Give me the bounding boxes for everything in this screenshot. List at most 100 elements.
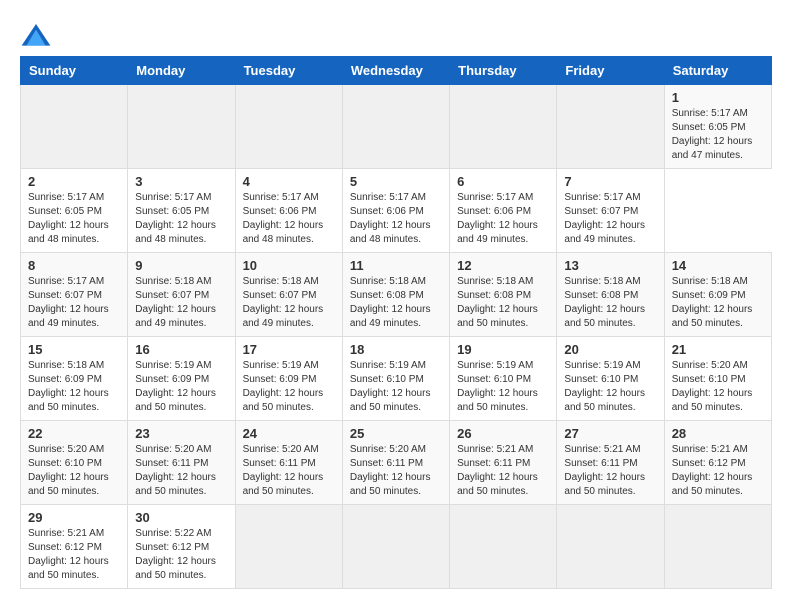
day-number: 23 [135,426,227,441]
day-of-week-wednesday: Wednesday [342,57,449,85]
calendar-day-30: 30 Sunrise: 5:22 AM Sunset: 6:12 PM Dayli… [128,505,235,589]
logo [20,20,56,52]
day-detail: Sunrise: 5:17 AM Sunset: 6:07 PM Dayligh… [28,275,120,331]
day-detail: Sunrise: 5:17 AM Sunset: 6:06 PM Dayligh… [457,191,549,247]
calendar-day-13: 13 Sunrise: 5:18 AM Sunset: 6:08 PM Dayli… [557,253,664,337]
empty-cell [342,505,449,589]
day-of-week-thursday: Thursday [450,57,557,85]
day-detail: Sunrise: 5:20 AM Sunset: 6:11 PM Dayligh… [135,443,227,499]
day-number: 7 [564,174,656,189]
days-of-week-row: SundayMondayTuesdayWednesdayThursdayFrid… [21,57,772,85]
day-detail: Sunrise: 5:20 AM Sunset: 6:10 PM Dayligh… [28,443,120,499]
day-of-week-saturday: Saturday [664,57,771,85]
day-detail: Sunrise: 5:19 AM Sunset: 6:10 PM Dayligh… [564,359,656,415]
day-number: 4 [243,174,335,189]
day-detail: Sunrise: 5:19 AM Sunset: 6:10 PM Dayligh… [350,359,442,415]
day-number: 6 [457,174,549,189]
calendar-day-9: 9 Sunrise: 5:18 AM Sunset: 6:07 PM Daylig… [128,253,235,337]
day-detail: Sunrise: 5:18 AM Sunset: 6:07 PM Dayligh… [243,275,335,331]
day-detail: Sunrise: 5:20 AM Sunset: 6:11 PM Dayligh… [350,443,442,499]
day-number: 24 [243,426,335,441]
empty-cell [450,85,557,169]
calendar-day-11: 11 Sunrise: 5:18 AM Sunset: 6:08 PM Dayli… [342,253,449,337]
day-number: 14 [672,258,764,273]
calendar-week-0: 1Sunrise: 5:17 AM Sunset: 6:05 PM Daylig… [21,85,772,169]
empty-cell [21,85,128,169]
day-number: 5 [350,174,442,189]
calendar-day-2: 2Sunrise: 5:17 AM Sunset: 6:05 PM Daylig… [21,169,128,253]
day-detail: Sunrise: 5:17 AM Sunset: 6:06 PM Dayligh… [243,191,335,247]
day-detail: Sunrise: 5:22 AM Sunset: 6:12 PM Dayligh… [135,527,227,583]
calendar-day-27: 27 Sunrise: 5:21 AM Sunset: 6:11 PM Dayli… [557,421,664,505]
calendar-day-8: 8 Sunrise: 5:17 AM Sunset: 6:07 PM Daylig… [21,253,128,337]
day-detail: Sunrise: 5:20 AM Sunset: 6:11 PM Dayligh… [243,443,335,499]
day-number: 18 [350,342,442,357]
day-number: 9 [135,258,227,273]
calendar-day-4: 4 Sunrise: 5:17 AM Sunset: 6:06 PM Daylig… [235,169,342,253]
calendar-day-12: 12Sunrise: 5:18 AM Sunset: 6:08 PM Dayli… [450,253,557,337]
day-number: 26 [457,426,549,441]
day-detail: Sunrise: 5:18 AM Sunset: 6:09 PM Dayligh… [28,359,120,415]
day-detail: Sunrise: 5:18 AM Sunset: 6:07 PM Dayligh… [135,275,227,331]
empty-cell [235,85,342,169]
calendar-day-19: 19Sunrise: 5:19 AM Sunset: 6:10 PM Dayli… [450,337,557,421]
calendar-week-5: 29 Sunrise: 5:21 AM Sunset: 6:12 PM Dayli… [21,505,772,589]
day-detail: Sunrise: 5:18 AM Sunset: 6:09 PM Dayligh… [672,275,764,331]
empty-cell [557,505,664,589]
day-detail: Sunrise: 5:18 AM Sunset: 6:08 PM Dayligh… [350,275,442,331]
day-number: 8 [28,258,120,273]
calendar-day-20: 20 Sunrise: 5:19 AM Sunset: 6:10 PM Dayli… [557,337,664,421]
day-number: 17 [243,342,335,357]
day-detail: Sunrise: 5:20 AM Sunset: 6:10 PM Dayligh… [672,359,764,415]
day-number: 29 [28,510,120,525]
day-detail: Sunrise: 5:19 AM Sunset: 6:09 PM Dayligh… [243,359,335,415]
day-detail: Sunrise: 5:21 AM Sunset: 6:12 PM Dayligh… [672,443,764,499]
calendar-day-6: 6 Sunrise: 5:17 AM Sunset: 6:06 PM Daylig… [450,169,557,253]
day-number: 22 [28,426,120,441]
calendar-day-26: 26Sunrise: 5:21 AM Sunset: 6:11 PM Dayli… [450,421,557,505]
day-number: 3 [135,174,227,189]
day-detail: Sunrise: 5:21 AM Sunset: 6:11 PM Dayligh… [564,443,656,499]
calendar-body: 1Sunrise: 5:17 AM Sunset: 6:05 PM Daylig… [21,85,772,589]
day-detail: Sunrise: 5:21 AM Sunset: 6:12 PM Dayligh… [28,527,120,583]
day-detail: Sunrise: 5:17 AM Sunset: 6:05 PM Dayligh… [135,191,227,247]
logo-icon [20,20,52,52]
day-detail: Sunrise: 5:18 AM Sunset: 6:08 PM Dayligh… [457,275,549,331]
day-detail: Sunrise: 5:19 AM Sunset: 6:09 PM Dayligh… [135,359,227,415]
day-number: 21 [672,342,764,357]
day-detail: Sunrise: 5:18 AM Sunset: 6:08 PM Dayligh… [564,275,656,331]
day-number: 19 [457,342,549,357]
calendar-day-21: 21 Sunrise: 5:20 AM Sunset: 6:10 PM Dayli… [664,337,771,421]
calendar-day-22: 22 Sunrise: 5:20 AM Sunset: 6:10 PM Dayli… [21,421,128,505]
empty-cell [664,505,771,589]
calendar-day-16: 16 Sunrise: 5:19 AM Sunset: 6:09 PM Dayli… [128,337,235,421]
day-number: 25 [350,426,442,441]
day-of-week-tuesday: Tuesday [235,57,342,85]
calendar-header: SundayMondayTuesdayWednesdayThursdayFrid… [21,57,772,85]
calendar-day-3: 3 Sunrise: 5:17 AM Sunset: 6:05 PM Daylig… [128,169,235,253]
day-number: 20 [564,342,656,357]
calendar-week-4: 22 Sunrise: 5:20 AM Sunset: 6:10 PM Dayli… [21,421,772,505]
day-number: 10 [243,258,335,273]
day-detail: Sunrise: 5:17 AM Sunset: 6:06 PM Dayligh… [350,191,442,247]
calendar-day-23: 23 Sunrise: 5:20 AM Sunset: 6:11 PM Dayli… [128,421,235,505]
calendar-day-24: 24 Sunrise: 5:20 AM Sunset: 6:11 PM Dayli… [235,421,342,505]
empty-cell [450,505,557,589]
page-header [20,20,772,52]
calendar-week-3: 15Sunrise: 5:18 AM Sunset: 6:09 PM Dayli… [21,337,772,421]
day-number: 27 [564,426,656,441]
calendar-day-18: 18 Sunrise: 5:19 AM Sunset: 6:10 PM Dayli… [342,337,449,421]
day-number: 28 [672,426,764,441]
calendar-day-15: 15Sunrise: 5:18 AM Sunset: 6:09 PM Dayli… [21,337,128,421]
day-number: 30 [135,510,227,525]
calendar-day-25: 25 Sunrise: 5:20 AM Sunset: 6:11 PM Dayli… [342,421,449,505]
day-number: 16 [135,342,227,357]
day-number: 13 [564,258,656,273]
calendar-week-1: 2Sunrise: 5:17 AM Sunset: 6:05 PM Daylig… [21,169,772,253]
calendar-day-17: 17 Sunrise: 5:19 AM Sunset: 6:09 PM Dayli… [235,337,342,421]
calendar-table: SundayMondayTuesdayWednesdayThursdayFrid… [20,56,772,589]
day-detail: Sunrise: 5:17 AM Sunset: 6:07 PM Dayligh… [564,191,656,247]
day-number: 11 [350,258,442,273]
empty-cell [557,85,664,169]
day-of-week-sunday: Sunday [21,57,128,85]
